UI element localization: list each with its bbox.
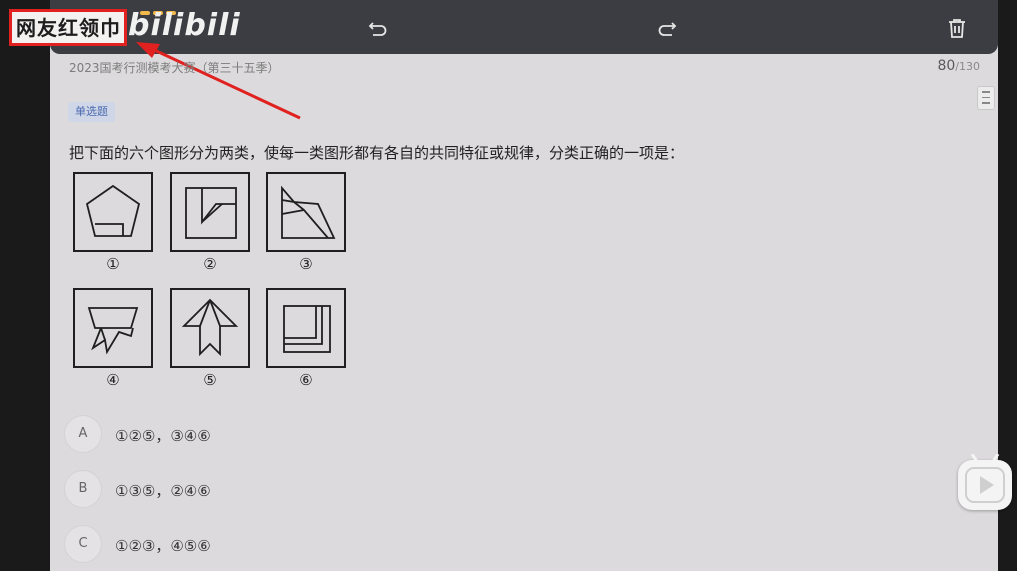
figure-label-3: ③	[299, 255, 313, 273]
option-text[interactable]: ①③⑤，②④⑥	[115, 480, 211, 501]
option-letter[interactable]: C	[64, 525, 102, 563]
figure-label-4: ④	[106, 371, 120, 389]
figure-label-5: ⑤	[203, 371, 217, 389]
option-text[interactable]: ①②⑤，③④⑥	[115, 425, 211, 446]
redo-icon[interactable]	[656, 17, 678, 39]
question-counter: 80/130	[937, 58, 980, 74]
option-text[interactable]: ①②③，④⑤⑥	[115, 535, 211, 556]
question-text: 把下面的六个图形分为两类，使每一类图形都有各自的共同特征或规律，分类正确的一项是…	[69, 144, 685, 162]
figure-2	[170, 172, 250, 252]
figure-label-6: ⑥	[299, 371, 313, 389]
question-type-tag: 单选题	[68, 102, 115, 122]
trash-icon[interactable]	[946, 17, 968, 39]
undo-icon[interactable]	[367, 17, 389, 39]
figure-6	[266, 288, 346, 368]
figure-3	[266, 172, 346, 252]
exam-title: 2023国考行测模考大赛（第三十五季）	[69, 61, 280, 75]
figure-4	[73, 288, 153, 368]
bilibili-play-icon[interactable]	[958, 454, 1012, 510]
figure-label-2: ②	[203, 255, 217, 273]
figure-5	[170, 288, 250, 368]
option-letter[interactable]: A	[64, 415, 102, 453]
figure-label-1: ①	[106, 255, 120, 273]
menu-icon[interactable]	[977, 86, 995, 110]
option-letter[interactable]: B	[64, 470, 102, 508]
figure-1	[73, 172, 153, 252]
